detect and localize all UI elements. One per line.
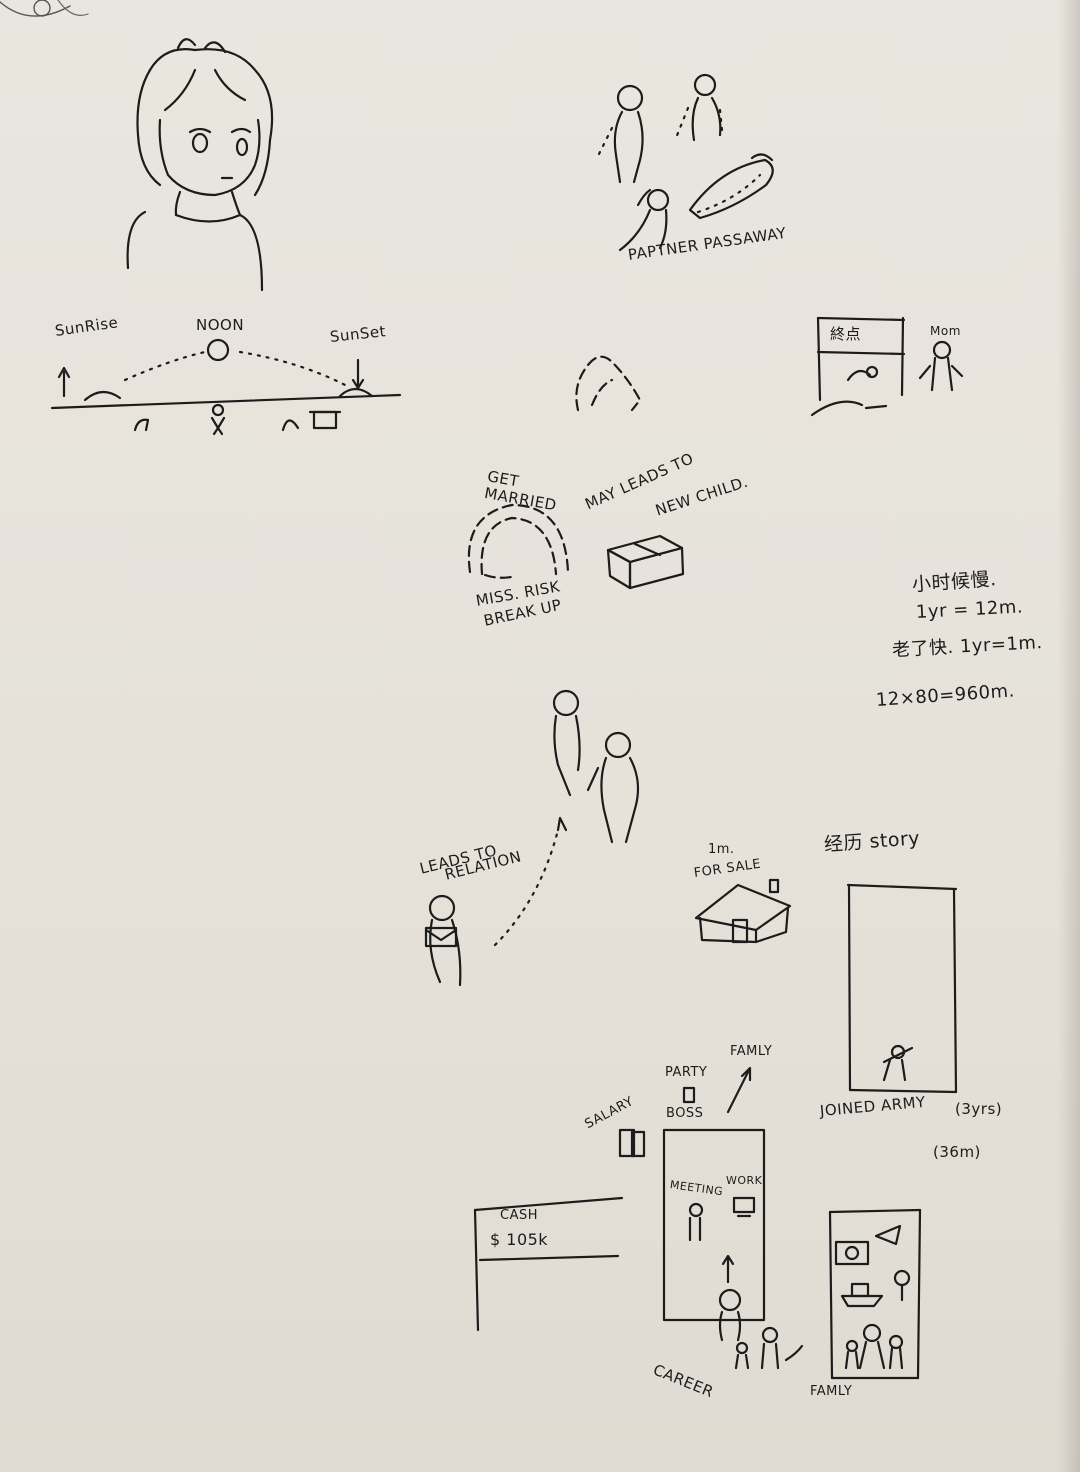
house-sketch: [694, 878, 792, 944]
army-years-label: (3yrs): [955, 1100, 1003, 1118]
army-timeline-box: [846, 883, 958, 1094]
noon-label: NOON: [196, 316, 245, 334]
sketch-page: SunRise NOON SunSet PAPTNER PASSAWAY 終点 …: [0, 0, 1080, 1472]
sketch-drawing: [0, 0, 964, 1380]
sun-arc-diagram: [50, 338, 402, 436]
finish-sign-label: 終点: [830, 325, 862, 343]
couple-walking: [552, 689, 640, 844]
career-section: [618, 1066, 804, 1370]
army-months-label: (36m): [933, 1143, 981, 1161]
family-box: [828, 1208, 922, 1380]
house-price-label: 1m.: [708, 842, 735, 857]
leads-to-relation-scene: [424, 816, 568, 987]
rock-sketch: [575, 355, 642, 412]
cash-label: CASH: [500, 1208, 538, 1223]
boss-label: BOSS: [666, 1106, 704, 1121]
party-label: PARTY: [665, 1065, 708, 1080]
family-top-label: FAMLY: [730, 1044, 773, 1059]
marriage-arch: [467, 503, 570, 579]
family-bottom-label: FAMLY: [810, 1384, 853, 1399]
cash-box: [473, 1196, 624, 1332]
girl-portrait: [126, 38, 274, 292]
cash-value: $ 105k: [490, 1230, 549, 1249]
corner-doodle: [0, 0, 89, 17]
work-label: WORK: [726, 1174, 763, 1187]
gift-box: [606, 534, 685, 590]
partner-passaway-scene: [594, 73, 774, 252]
mom-label: Mom: [930, 324, 961, 338]
